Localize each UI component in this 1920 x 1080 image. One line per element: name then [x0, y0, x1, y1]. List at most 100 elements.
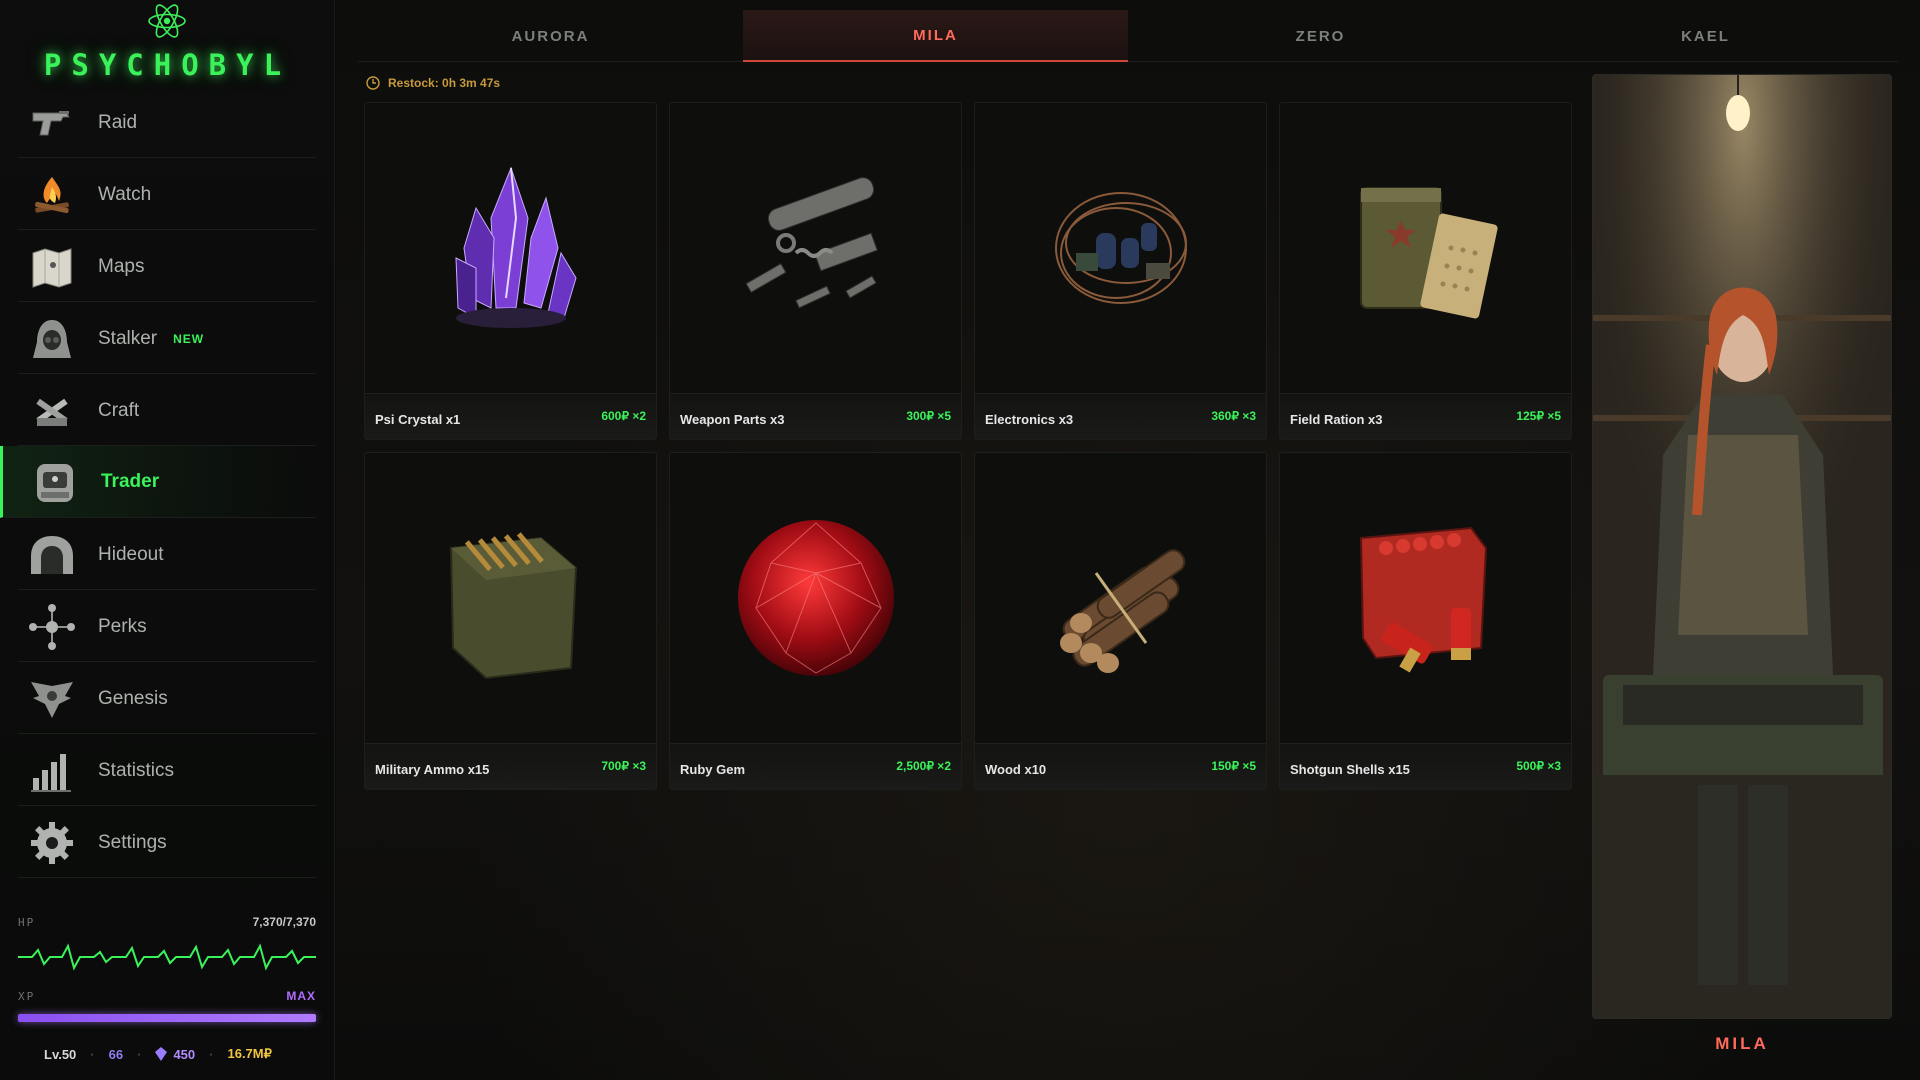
item-name: Electronics x3	[985, 412, 1074, 427]
trader-booth-icon	[29, 456, 81, 508]
winged-emblem-icon	[26, 673, 78, 725]
item-price: 125₽ ×5	[1516, 409, 1561, 423]
item-card-footer: Wood x10 150₽ ×5	[975, 743, 1266, 789]
bar-chart-icon	[26, 745, 78, 797]
sidebar-item-label: Trader	[101, 470, 160, 492]
tab-aurora[interactable]: AURORA	[358, 10, 743, 62]
shotgun-shells-icon	[1280, 453, 1571, 743]
separator: ·	[90, 1046, 95, 1062]
item-card-weapon-parts[interactable]: Weapon Parts x3 300₽ ×5	[669, 102, 962, 440]
trader-mila-portrait	[1593, 75, 1891, 1018]
item-price: 300₽ ×5	[906, 409, 951, 423]
trader-name: MILA	[1715, 1034, 1769, 1053]
bunker-icon	[26, 529, 78, 581]
sidebar-item-label: Watch	[98, 183, 152, 205]
item-name: Military Ammo x15	[375, 762, 490, 777]
map-icon	[26, 241, 78, 293]
crystals-value: 450	[173, 1046, 196, 1062]
xp-bar-fill	[18, 1014, 316, 1022]
xp-label: XP	[18, 990, 36, 1003]
level-text: Lv.50	[44, 1046, 77, 1062]
tab-mila[interactable]: MILA	[743, 10, 1128, 62]
tab-zero[interactable]: ZERO	[1128, 10, 1513, 62]
sidebar-item-genesis[interactable]: Genesis	[18, 664, 316, 734]
currency-row: Lv.50 · 66 · 450 · 16.7M₽	[44, 1046, 334, 1062]
sidebar-item-label: Maps	[98, 255, 145, 277]
sidebar-item-perks[interactable]: Perks	[18, 592, 316, 662]
electronics-icon	[975, 103, 1266, 393]
trader-tabs: AURORA MILA ZERO KAEL	[358, 10, 1898, 62]
crystal-icon	[155, 1047, 168, 1061]
sidebar-item-watch[interactable]: Watch	[18, 160, 316, 230]
trader-panel: AURORA MILA ZERO KAEL Restock: 0h 3m 47s…	[336, 0, 1920, 1080]
atom-icon	[148, 4, 186, 38]
sidebar-item-stalker[interactable]: Stalker NEW	[18, 304, 316, 374]
separator: ·	[137, 1046, 142, 1062]
money-value: 16.7M₽	[227, 1046, 272, 1061]
sidebar-item-label: Stalker	[98, 327, 158, 349]
item-card-footer: Electronics x3 360₽ ×3	[975, 393, 1266, 439]
item-name: Weapon Parts x3	[680, 412, 785, 427]
xp-bar	[18, 1014, 316, 1022]
item-card-footer: Psi Crystal x1 600₽ ×2	[365, 393, 656, 439]
ruby-gem-icon	[670, 453, 961, 743]
item-card-military-ammo[interactable]: Military Ammo x15 700₽ ×3	[364, 452, 657, 790]
weapon-parts-icon	[670, 103, 961, 393]
item-card-electronics[interactable]: Electronics x3 360₽ ×3	[974, 102, 1267, 440]
tab-kael[interactable]: KAEL	[1513, 10, 1898, 62]
item-card-field-ration[interactable]: Field Ration x3 125₽ ×5	[1279, 102, 1572, 440]
sidebar-item-label: Raid	[98, 111, 138, 133]
sidebar-item-settings[interactable]: Settings	[18, 808, 316, 878]
sidebar-item-trader[interactable]: Trader	[0, 446, 316, 518]
item-card-footer: Ruby Gem 2,500₽ ×2	[670, 743, 961, 789]
new-badge: NEW	[173, 331, 205, 346]
sidebar-item-statistics[interactable]: Statistics	[18, 736, 316, 806]
sidebar-item-label: Settings	[98, 831, 167, 853]
item-name: Psi Crystal x1	[375, 412, 461, 427]
item-card-shotgun-shells[interactable]: Shotgun Shells x15 500₽ ×3	[1279, 452, 1572, 790]
app-title: PSYCHOBYL	[43, 48, 292, 82]
item-card-ruby-gem[interactable]: Ruby Gem 2,500₽ ×2	[669, 452, 962, 790]
sidebar-item-label: Genesis	[98, 687, 168, 709]
wood-bundle-icon	[975, 453, 1266, 743]
item-card-footer: Shotgun Shells x15 500₽ ×3	[1280, 743, 1571, 789]
hp-heartbeat-line	[18, 943, 316, 971]
item-price: 500₽ ×3	[1516, 759, 1561, 773]
pistol-icon	[26, 97, 78, 149]
field-ration-icon	[1280, 103, 1571, 393]
crystals-count: 450	[155, 1047, 195, 1062]
psi-crystal-icon	[365, 103, 656, 393]
trader-portrait	[1592, 74, 1892, 1019]
perk-tree-icon	[26, 601, 78, 653]
item-name: Ruby Gem	[680, 762, 746, 777]
item-card-psi-crystal[interactable]: Psi Crystal x1 600₽ ×2	[364, 102, 657, 440]
item-price: 150₽ ×5	[1211, 759, 1256, 773]
sidebar-item-raid[interactable]: Raid	[18, 88, 316, 158]
gear-icon	[26, 817, 78, 869]
item-name: Shotgun Shells x15	[1290, 762, 1410, 777]
item-price: 2,500₽ ×2	[896, 759, 951, 773]
item-name: Field Ration x3	[1290, 412, 1383, 427]
sidebar-item-label: Perks	[98, 615, 147, 637]
ammo-box-icon	[365, 453, 656, 743]
gems-count: 66	[108, 1046, 124, 1062]
campfire-icon	[26, 169, 78, 221]
sidebar-item-craft[interactable]: Craft	[18, 376, 316, 446]
clock-icon	[366, 76, 380, 90]
xp-max-label: MAX	[286, 989, 316, 1003]
stalker-hood-icon	[26, 313, 78, 365]
item-price: 360₽ ×3	[1211, 409, 1256, 423]
sidebar-item-maps[interactable]: Maps	[18, 232, 316, 302]
restock-text: Restock: 0h 3m 47s	[388, 76, 501, 90]
sidebar: PSYCHOBYL Raid Watch Maps Stalker NEW Cr…	[0, 0, 335, 1080]
separator: ·	[209, 1046, 214, 1062]
hp-label: HP	[18, 916, 36, 929]
sidebar-item-label: Hideout	[98, 543, 164, 565]
item-card-footer: Weapon Parts x3 300₽ ×5	[670, 393, 961, 439]
item-price: 700₽ ×3	[601, 759, 646, 773]
sidebar-item-hideout[interactable]: Hideout	[18, 520, 316, 590]
item-card-wood[interactable]: Wood x10 150₽ ×5	[974, 452, 1267, 790]
hp-value: 7,370/7,370	[252, 915, 316, 929]
sidebar-item-label: Statistics	[98, 759, 175, 781]
logo: PSYCHOBYL	[0, 0, 335, 88]
